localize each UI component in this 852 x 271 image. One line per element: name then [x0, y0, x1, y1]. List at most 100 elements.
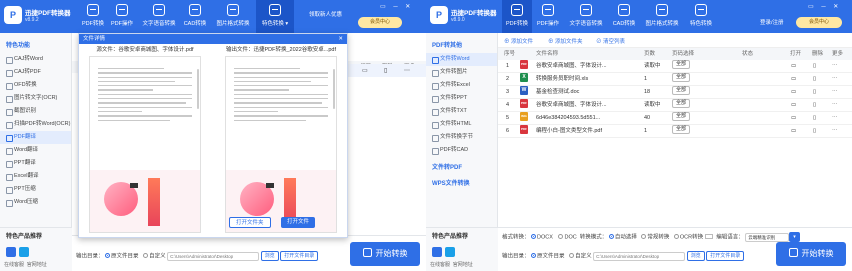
- add-folder-button[interactable]: ⊕ 添加文件夹: [548, 37, 583, 45]
- tab-pdf-convert[interactable]: PDF转换: [502, 0, 532, 33]
- folder-icon[interactable]: ▭: [791, 99, 796, 112]
- radio-custom-dir[interactable]: [569, 253, 575, 259]
- table-row[interactable]: 2 X 转换服务员职时间.xls 1 全部 ▭ ▯ ⋯: [498, 73, 852, 86]
- sidebar-item[interactable]: 文件转换字节: [426, 131, 497, 144]
- sidebar-item[interactable]: PPT翻译: [0, 157, 71, 170]
- sidebar-item[interactable]: 文件转HTML: [426, 118, 497, 131]
- page-range-button[interactable]: 全部: [672, 112, 691, 121]
- trash-icon[interactable]: ▯: [813, 112, 816, 125]
- clear-list-button[interactable]: ⊘ 清空列表: [596, 37, 625, 45]
- radio-source-dir[interactable]: [531, 253, 537, 259]
- table-row[interactable]: 3 W 基金检查测试.doc 18 全部 ▭ ▯ ⋯: [498, 86, 852, 99]
- folder-icon[interactable]: ▭: [791, 60, 796, 73]
- trash-icon[interactable]: ▯: [813, 86, 816, 99]
- product-icon[interactable]: [432, 247, 442, 257]
- vip-button[interactable]: 会员中心: [796, 17, 842, 28]
- tab-cad[interactable]: CAD转换: [610, 0, 638, 33]
- sidebar-item[interactable]: Word压缩: [0, 196, 71, 209]
- sidebar-item[interactable]: CAJ转PDF: [0, 66, 71, 79]
- sidebar-item[interactable]: 文件转Excel: [426, 79, 497, 92]
- vip-button[interactable]: 会员中心: [358, 17, 402, 28]
- radio-source-dir[interactable]: [105, 253, 111, 259]
- page-range-button[interactable]: 全部: [672, 125, 691, 134]
- output-path-input[interactable]: C:\Users\Administrator\Desktop: [593, 251, 686, 261]
- open-file-button[interactable]: 打开文件: [281, 217, 316, 228]
- more-icon[interactable]: ⋯: [832, 86, 838, 99]
- tab-image[interactable]: 图片格式转换: [642, 0, 682, 33]
- sidebar-item[interactable]: 扫描PDF转Word(OCR): [0, 118, 71, 131]
- product-icon[interactable]: [445, 247, 455, 257]
- service-link[interactable]: 在线客服: [430, 262, 450, 268]
- folder-icon[interactable]: ▭: [791, 125, 796, 138]
- radio-ocr[interactable]: [673, 234, 679, 240]
- trash-icon[interactable]: ▯: [384, 67, 387, 74]
- page-range-button[interactable]: 全部: [672, 73, 691, 82]
- table-row[interactable]: 6 PDF 编程小白-图文类型文件.pdf 1 全部 ▭ ▯ ⋯: [498, 125, 852, 138]
- more-icon[interactable]: ⋯: [832, 60, 838, 73]
- more-icon[interactable]: ⋯: [404, 67, 410, 74]
- tab-special[interactable]: 特色转换 ▾: [256, 0, 294, 33]
- sidebar-item[interactable]: 图片转文字(OCR): [0, 92, 71, 105]
- scrollbar[interactable]: [333, 69, 335, 109]
- open-dir-button[interactable]: 打开文件目录: [706, 251, 745, 261]
- sidebar-item[interactable]: OFD转换: [0, 79, 71, 92]
- product-icon[interactable]: [19, 247, 29, 257]
- selected-row[interactable]: ▭ ▯ ⋯: [346, 64, 426, 77]
- scrollbar[interactable]: [197, 69, 199, 109]
- sidebar-item[interactable]: 文件转图片: [426, 66, 497, 79]
- folder-icon[interactable]: ▭: [791, 86, 796, 99]
- trash-icon[interactable]: ▯: [813, 99, 816, 112]
- page-range-button[interactable]: 全部: [672, 60, 691, 69]
- more-icon[interactable]: ⋯: [832, 99, 838, 112]
- table-row[interactable]: 4 PDF 谷歌安卓商城图、字体设计... 读取中 全部 ▭ ▯ ⋯: [498, 99, 852, 112]
- page-range-button[interactable]: 全部: [672, 99, 691, 108]
- radio-auto[interactable]: [608, 234, 614, 240]
- tab-text-speech[interactable]: 文字语音转换: [566, 0, 606, 33]
- sidebar-item[interactable]: Excel翻译: [0, 170, 71, 183]
- page-range-button[interactable]: 全部: [672, 86, 691, 95]
- start-convert-button[interactable]: 开始转换: [350, 242, 420, 266]
- window-controls[interactable]: ▭ ─ ✕: [380, 3, 413, 10]
- trash-icon[interactable]: ▯: [813, 73, 816, 86]
- trash-icon[interactable]: ▯: [813, 60, 816, 73]
- tab-image[interactable]: 图片格式转换: [213, 0, 253, 33]
- tab-cad[interactable]: CAD转换: [181, 0, 209, 33]
- language-select[interactable]: 云端精准识别: [745, 232, 790, 242]
- browse-button[interactable]: 浏览: [260, 251, 279, 261]
- product-icon[interactable]: [6, 247, 16, 257]
- sidebar-section[interactable]: WPS文件转换: [426, 175, 497, 191]
- folder-icon[interactable]: ▭: [362, 67, 368, 74]
- radio-docx[interactable]: [531, 234, 537, 240]
- radio-doc[interactable]: [558, 234, 564, 240]
- output-path-input[interactable]: C:\Users\Administrator\Desktop: [167, 251, 260, 261]
- tab-pdf-convert[interactable]: PDF转换: [79, 0, 107, 33]
- browse-button[interactable]: 浏览: [686, 251, 705, 261]
- promo-link[interactable]: 领取新人优惠: [309, 10, 342, 18]
- close-icon[interactable]: ✕: [338, 34, 343, 44]
- sidebar-item[interactable]: PPT压缩: [0, 183, 71, 196]
- website-link[interactable]: 官网地址: [453, 262, 473, 268]
- trash-icon[interactable]: ▯: [813, 125, 816, 138]
- sidebar-item[interactable]: 截图识别: [0, 105, 71, 118]
- more-icon[interactable]: ⋯: [832, 112, 838, 125]
- tab-special[interactable]: 特色转换: [685, 0, 717, 33]
- more-icon[interactable]: ⋯: [832, 125, 838, 138]
- folder-icon[interactable]: ▭: [791, 112, 796, 125]
- sidebar-item-selected[interactable]: 文件转Word: [426, 53, 497, 66]
- sidebar-item-selected[interactable]: PDF翻译: [0, 131, 71, 144]
- table-row[interactable]: 1 PDF 谷歌安卓商城图、字体设计... 读取中 全部 ▭ ▯ ⋯: [498, 60, 852, 73]
- start-convert-button[interactable]: 开始转换: [776, 242, 846, 266]
- table-row[interactable]: 5 IMG 6d46e384204593.5d551... 40 全部 ▭ ▯ ⋯: [498, 112, 852, 125]
- radio-custom-dir[interactable]: [143, 253, 149, 259]
- sidebar-item[interactable]: 文件转TXT: [426, 105, 497, 118]
- tab-pdf-operate[interactable]: PDF操作: [534, 0, 562, 33]
- toggle-icon[interactable]: [705, 234, 714, 240]
- add-file-button[interactable]: ⊕ 添加文件: [504, 37, 533, 45]
- open-folder-button[interactable]: 打开文件夹: [229, 217, 271, 228]
- website-link[interactable]: 官网地址: [27, 262, 47, 268]
- login-link[interactable]: 登录/注册: [760, 18, 784, 26]
- tab-pdf-operate[interactable]: PDF操作: [108, 0, 136, 33]
- service-link[interactable]: 在线客服: [4, 262, 24, 268]
- radio-normal[interactable]: [641, 234, 647, 240]
- chevron-down-icon[interactable]: ▾: [789, 232, 800, 242]
